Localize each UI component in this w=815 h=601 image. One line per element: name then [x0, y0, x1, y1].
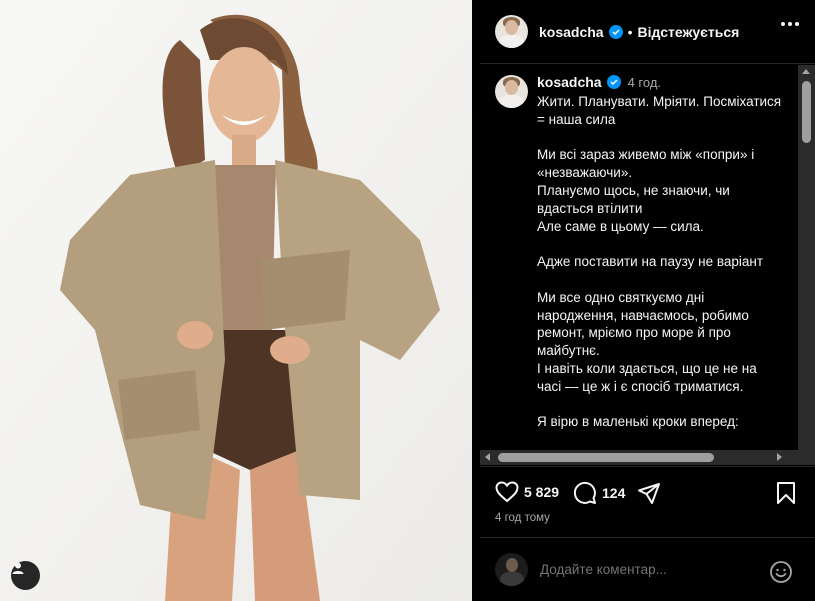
- caption-line: ремонт, мріємо про море й про: [537, 325, 731, 341]
- current-user-avatar[interactable]: [495, 553, 528, 586]
- scrollbar-corner: [798, 450, 815, 465]
- caption-line: Ми всі зараз живемо між «попри» і: [537, 147, 755, 163]
- author-avatar[interactable]: [495, 15, 528, 48]
- heart-icon[interactable]: [495, 481, 519, 503]
- caption-line: [537, 271, 789, 289]
- caption-line: Жити. Планувати. Мріяти. Посміхатися: [537, 94, 782, 109]
- caption-line: І навіть коли здається, що це не на: [537, 360, 757, 376]
- user-tag-icon: [12, 562, 24, 574]
- follow-status-button[interactable]: Відстежується: [638, 24, 740, 40]
- horizontal-scroll-thumb[interactable]: [498, 453, 714, 462]
- photo-illustration: [0, 0, 472, 601]
- like-count[interactable]: 5 829: [524, 484, 559, 500]
- bookmark-icon[interactable]: [776, 481, 796, 505]
- caption-line: вдасться втілити: [537, 200, 643, 216]
- comment-bar: [480, 537, 815, 601]
- caption-line: Але саме в цьому — сила.: [537, 218, 704, 234]
- post-header: kosadcha • Відстежується: [480, 0, 815, 64]
- caption-line: [537, 235, 789, 253]
- caption-line: Я вірю в маленькі кроки вперед:: [537, 414, 739, 430]
- post-photo[interactable]: [0, 0, 472, 601]
- horizontal-scrollbar[interactable]: [480, 450, 798, 465]
- vertical-scroll-thumb[interactable]: [802, 81, 811, 143]
- caption-line: часі — це ж і є спосіб триматися.: [537, 378, 744, 394]
- comment-icon[interactable]: [573, 481, 597, 505]
- emoji-icon[interactable]: [769, 560, 793, 589]
- post-details-panel: kosadcha • Відстежується kosadcha 4 год.…: [480, 0, 815, 601]
- share-action: [637, 481, 661, 505]
- caption-line: майбутнє.: [537, 343, 600, 359]
- tagged-users-button[interactable]: [11, 561, 40, 590]
- share-icon[interactable]: [637, 481, 661, 505]
- caption-username[interactable]: kosadcha: [537, 74, 602, 90]
- panel-divider: [472, 0, 480, 601]
- comment-action: 124: [573, 481, 625, 505]
- separator-dot: •: [627, 23, 633, 40]
- comment-input[interactable]: [540, 562, 760, 577]
- caption-line: народження, навчаємось, робимо: [537, 307, 749, 323]
- save-action: [776, 481, 796, 505]
- caption-line: «незважаючи».: [537, 165, 633, 181]
- caption-area: kosadcha 4 год. Жити. Планувати. Мріяти.…: [480, 65, 815, 450]
- caption-line: Плануємо щось, не знаючи, чи: [537, 182, 730, 198]
- scroll-left-arrow-icon[interactable]: [485, 453, 490, 461]
- posted-time[interactable]: 4 год тому: [495, 512, 550, 524]
- caption-author-avatar[interactable]: [495, 75, 528, 108]
- caption-line: Адже поставити на паузу не варіант: [537, 254, 764, 270]
- caption-line: Ми все одно святкуємо дні: [537, 289, 705, 305]
- more-options-icon[interactable]: [781, 22, 799, 26]
- verified-badge-icon: [606, 75, 621, 89]
- caption-text: Жити. Планувати. Мріяти. Посміхатися = на…: [537, 93, 789, 431]
- caption-line: = наша сила: [537, 111, 616, 127]
- author-username[interactable]: kosadcha: [539, 24, 604, 40]
- scroll-right-arrow-icon[interactable]: [777, 453, 782, 461]
- caption-line: [537, 129, 789, 147]
- verified-badge-icon: [608, 24, 623, 39]
- scroll-up-arrow-icon[interactable]: [802, 69, 810, 74]
- caption-time: 4 год.: [627, 74, 662, 90]
- caption-header: kosadcha 4 год.: [537, 74, 661, 90]
- vertical-scrollbar[interactable]: [798, 65, 815, 450]
- like-action: 5 829: [495, 481, 559, 503]
- caption-line: [537, 396, 789, 414]
- comment-count[interactable]: 124: [602, 485, 625, 501]
